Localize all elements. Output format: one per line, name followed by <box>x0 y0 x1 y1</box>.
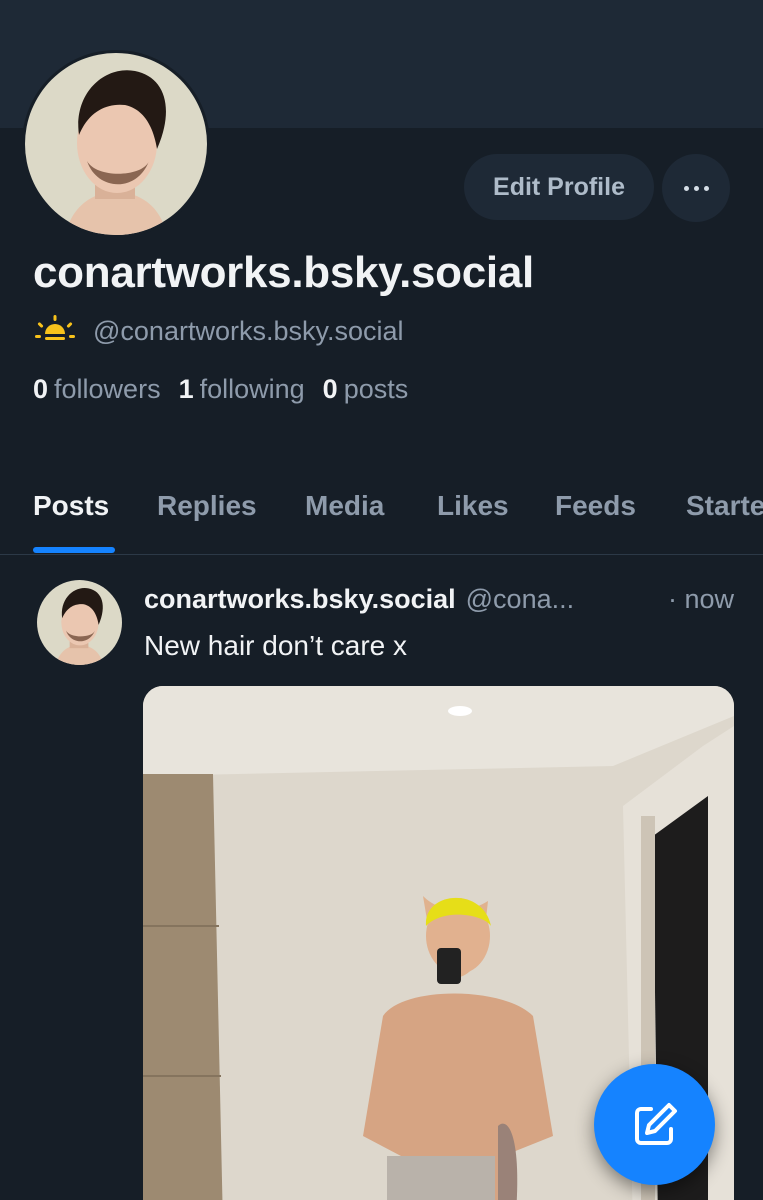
more-options-button[interactable] <box>662 154 730 222</box>
tab-likes[interactable]: Likes <box>437 490 509 522</box>
active-tab-indicator <box>33 547 115 553</box>
compose-icon <box>634 1102 677 1145</box>
tab-media[interactable]: Media <box>305 490 384 522</box>
profile-handle: @conartworks.bsky.social <box>93 316 404 346</box>
tab-posts[interactable]: Posts <box>33 490 109 522</box>
tab-feeds[interactable]: Feeds <box>555 490 636 522</box>
posts-stat: 0 posts <box>323 374 409 405</box>
profile-screen: Edit Profile conartworks.bsky.social @co… <box>0 0 763 1200</box>
post-author-handle[interactable]: @cona... <box>466 584 574 615</box>
post-header: conartworks.bsky.social @cona... · now <box>144 584 734 615</box>
posts-count: 0 <box>322 374 338 404</box>
following-stat[interactable]: 1 following <box>179 374 305 405</box>
profile-avatar[interactable] <box>22 50 210 238</box>
followers-count: 0 <box>33 374 49 404</box>
edit-profile-button[interactable]: Edit Profile <box>464 154 654 220</box>
sunrise-icon <box>33 314 77 349</box>
post-timestamp: · now <box>667 584 734 614</box>
profile-display-name: conartworks.bsky.social <box>33 248 534 297</box>
tab-starter-packs[interactable]: Starter Packs <box>686 490 763 522</box>
following-count: 1 <box>178 374 194 404</box>
followers-label: followers <box>54 374 161 404</box>
post-author-name[interactable]: conartworks.bsky.social <box>144 584 456 615</box>
compose-button[interactable] <box>594 1064 715 1185</box>
followers-stat[interactable]: 0 followers <box>33 374 161 405</box>
following-label: following <box>199 374 305 404</box>
post-author-avatar[interactable] <box>37 580 122 665</box>
profile-stats: 0 followers 1 following 0 posts <box>33 374 408 405</box>
more-horizontal-icon <box>683 185 709 191</box>
post-text: New hair don’t care x <box>144 630 408 661</box>
avatar-photo <box>25 53 207 235</box>
profile-handle-row: @conartworks.bsky.social <box>33 314 404 349</box>
posts-label: posts <box>343 374 409 404</box>
profile-tabs: Posts Replies Media Likes Feeds Starter … <box>0 466 763 555</box>
tab-replies[interactable]: Replies <box>157 490 257 522</box>
